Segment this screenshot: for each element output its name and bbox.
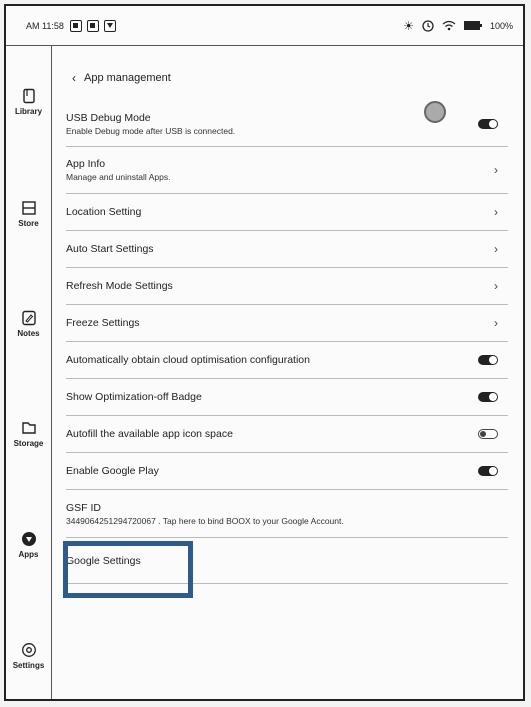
sidebar-item-label: Apps <box>18 550 39 559</box>
setting-refresh-mode[interactable]: Refresh Mode Settings › <box>66 268 508 305</box>
sidebar-item-store[interactable]: Store <box>6 200 51 228</box>
device-screen: AM 11:58 ☀ 100% Library Store Notes Stor… <box>4 4 525 701</box>
optimization-badge-toggle[interactable] <box>478 392 498 402</box>
battery-percent: 100% <box>489 20 513 31</box>
setting-subtitle: Manage and uninstall Apps. <box>66 172 171 182</box>
touch-indicator <box>424 101 446 123</box>
setting-title: USB Debug Mode <box>66 111 151 124</box>
highlight-box <box>63 541 193 598</box>
setting-title: GSF ID <box>66 501 102 514</box>
screenshot-icon[interactable] <box>69 19 82 32</box>
setting-title: Autofill the available app icon space <box>66 428 233 440</box>
setting-optimization-badge[interactable]: Show Optimization-off Badge <box>66 379 508 416</box>
book-icon <box>22 88 35 104</box>
brightness-icon[interactable]: ☀ <box>403 19 414 33</box>
store-icon <box>21 201 36 215</box>
sidebar-item-label: Library <box>14 107 43 116</box>
back-button[interactable]: ‹ App management <box>72 71 171 85</box>
refresh-icon[interactable] <box>86 19 99 32</box>
sidebar-item-label: Notes <box>17 329 40 338</box>
setting-auto-start[interactable]: Auto Start Settings › <box>66 231 508 268</box>
google-play-toggle[interactable] <box>478 466 498 476</box>
chevron-left-icon: ‹ <box>72 71 76 85</box>
sidebar-item-label: Settings <box>12 661 45 670</box>
usb-debug-toggle[interactable] <box>478 118 498 129</box>
sidebar-item-notes[interactable]: Notes <box>6 310 51 338</box>
setting-google-play[interactable]: Enable Google Play <box>66 453 508 490</box>
sidebar-item-storage[interactable]: Storage <box>6 420 51 448</box>
folder-icon <box>21 422 36 434</box>
setting-subtitle: Enable Debug mode after USB is connected… <box>66 125 236 136</box>
dropdown-icon[interactable] <box>103 19 116 32</box>
setting-app-info[interactable]: App Info Manage and uninstall Apps. › <box>66 147 508 194</box>
chevron-right-icon: › <box>494 205 498 219</box>
status-icons: ☀ 100% <box>403 19 513 33</box>
chevron-right-icon: › <box>494 279 498 293</box>
setting-title: App Info <box>66 158 106 170</box>
chevron-right-icon: › <box>494 316 498 330</box>
sidebar: Library Store Notes Storage Apps Setting… <box>6 46 52 699</box>
chevron-right-icon: › <box>494 163 498 177</box>
setting-title: Auto Start Settings <box>66 243 154 255</box>
cloud-optimisation-toggle[interactable] <box>478 355 498 365</box>
setting-freeze[interactable]: Freeze Settings › <box>66 305 508 342</box>
page-title: App management <box>84 72 171 84</box>
status-bar: AM 11:58 ☀ 100% <box>6 6 523 46</box>
apps-icon <box>21 532 36 546</box>
status-time: AM 11:58 <box>26 20 64 31</box>
setting-gsf-id[interactable]: GSF ID 3449064251294720067 . Tap here to… <box>66 490 508 538</box>
setting-autofill-icon-space[interactable]: Autofill the available app icon space <box>66 416 508 453</box>
setting-title: Location Setting <box>66 206 142 218</box>
sidebar-item-label: Store <box>18 219 39 228</box>
sidebar-item-library[interactable]: Library <box>6 88 51 116</box>
setting-subtitle: 3449064251294720067 . Tap here to bind B… <box>66 515 344 526</box>
notes-icon <box>21 310 36 326</box>
sidebar-item-apps[interactable]: Apps <box>6 531 51 559</box>
settings-icon <box>21 643 36 657</box>
wifi-icon[interactable] <box>442 20 456 31</box>
setting-location[interactable]: Location Setting › <box>66 194 508 231</box>
sync-icon[interactable] <box>422 19 434 32</box>
chevron-right-icon: › <box>494 242 498 256</box>
sidebar-item-label: Storage <box>13 439 44 448</box>
setting-title: Show Optimization-off Badge <box>66 391 202 403</box>
setting-title: Enable Google Play <box>66 465 159 477</box>
setting-title: Freeze Settings <box>66 317 140 329</box>
sidebar-item-settings[interactable]: Settings <box>6 642 51 670</box>
autofill-toggle[interactable] <box>478 429 498 439</box>
setting-title: Automatically obtain cloud optimisation … <box>66 354 310 366</box>
setting-cloud-optimisation[interactable]: Automatically obtain cloud optimisation … <box>66 342 508 379</box>
setting-title: Refresh Mode Settings <box>66 280 173 292</box>
main-content: ‹ App management USB Debug Mode Enable D… <box>52 46 523 699</box>
battery-icon <box>463 21 482 30</box>
